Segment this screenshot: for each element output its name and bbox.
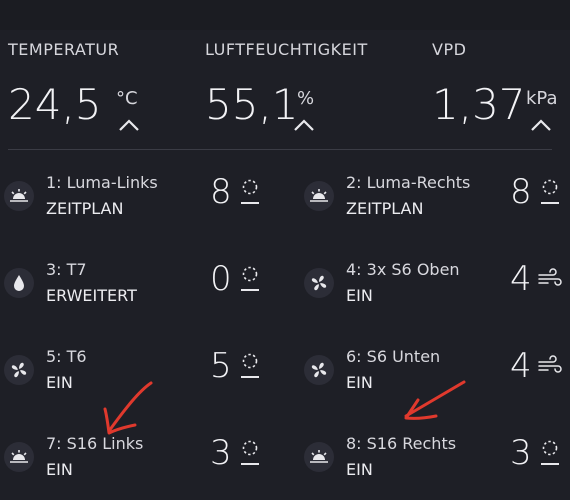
chevron-up-icon[interactable] <box>293 118 315 132</box>
chevron-up-icon[interactable] <box>118 118 140 132</box>
fan-icon <box>304 355 334 385</box>
metric-label: TEMPERATUR <box>8 40 120 59</box>
top-bar <box>0 0 570 30</box>
channel-row: 5: T6 EIN 5 6: S6 Unten EIN 4 <box>0 339 570 409</box>
channel-mode: EIN <box>346 286 373 305</box>
metric-label: LUFTFEUCHTIGKEIT <box>205 40 368 59</box>
channel-name: 5: T6 <box>46 347 87 366</box>
channel-value: 3 <box>210 433 232 473</box>
channel-name: 8: S16 Rechts <box>346 434 457 453</box>
channel-name: 1: Luma-Links <box>46 173 158 192</box>
chevron-up-icon[interactable] <box>530 118 552 132</box>
channel-tile[interactable]: 1: Luma-Links ZEITPLAN 8 <box>0 165 280 235</box>
annotation-arrow-icon <box>103 381 153 435</box>
water-drop-icon <box>4 268 34 298</box>
dashed-circle-icon <box>541 440 559 465</box>
channel-name: 4: 3x S6 Oben <box>346 260 460 279</box>
channel-mode: ZEITPLAN <box>346 199 424 218</box>
sunrise-icon <box>304 181 334 211</box>
channel-name: 6: S6 Unten <box>346 347 441 366</box>
channel-mode: EIN <box>346 373 373 392</box>
dashed-circle-icon <box>241 440 259 465</box>
sunrise-icon <box>304 442 334 472</box>
sunrise-icon <box>4 181 34 211</box>
channel-value: 8 <box>510 172 532 212</box>
wind-icon <box>538 355 562 373</box>
metric-vpd: VPD 1,37 kPa <box>432 40 558 131</box>
metric-value: 24,5 <box>8 80 102 129</box>
metric-unit: % <box>297 88 315 109</box>
wind-icon <box>538 268 562 286</box>
metric-value: 55,1 <box>205 80 299 129</box>
dashed-circle-icon <box>541 179 559 204</box>
metric-value: 1,37 <box>432 80 526 129</box>
channel-name: 2: Luma-Rechts <box>346 173 471 192</box>
channel-mode: EIN <box>46 460 73 479</box>
channel-value: 4 <box>510 259 532 299</box>
channel-tile[interactable]: 8: S16 Rechts EIN 3 <box>300 426 570 496</box>
channel-tile[interactable]: 2: Luma-Rechts ZEITPLAN 8 <box>300 165 570 235</box>
metric-temperature: TEMPERATUR 24,5 °C <box>8 40 139 131</box>
channel-name: 3: T7 <box>46 260 87 279</box>
divider <box>8 149 552 150</box>
channel-row: 7: S16 Links EIN 3 8: S16 Rechts EIN 3 <box>0 426 570 496</box>
fan-icon <box>304 268 334 298</box>
metric-humidity: LUFTFEUCHTIGKEIT 55,1 % <box>205 40 368 131</box>
channel-value: 8 <box>210 172 232 212</box>
metric-unit: °C <box>116 88 138 109</box>
channel-tile[interactable]: 3: T7 ERWEITERT 0 <box>0 252 280 322</box>
annotation-arrow-icon <box>404 380 466 420</box>
channel-row: 3: T7 ERWEITERT 0 4: 3x S6 Oben EIN 4 <box>0 252 570 322</box>
dashed-circle-icon <box>241 179 259 204</box>
channel-mode: ERWEITERT <box>46 286 137 305</box>
dashed-circle-icon <box>241 353 259 378</box>
channel-value: 3 <box>510 433 532 473</box>
channel-row: 1: Luma-Links ZEITPLAN 8 2: Luma-Rechts … <box>0 165 570 235</box>
channel-value: 0 <box>210 259 232 299</box>
sunrise-icon <box>4 442 34 472</box>
fan-icon <box>4 355 34 385</box>
channel-tile[interactable]: 4: 3x S6 Oben EIN 4 <box>300 252 570 322</box>
channel-value: 5 <box>210 346 232 386</box>
metric-label: VPD <box>432 40 467 59</box>
channel-mode: EIN <box>46 373 73 392</box>
channel-mode: ZEITPLAN <box>46 199 124 218</box>
dashed-circle-icon <box>241 266 259 291</box>
channel-value: 4 <box>510 346 532 386</box>
metric-unit: kPa <box>526 88 558 109</box>
channel-mode: EIN <box>346 460 373 479</box>
